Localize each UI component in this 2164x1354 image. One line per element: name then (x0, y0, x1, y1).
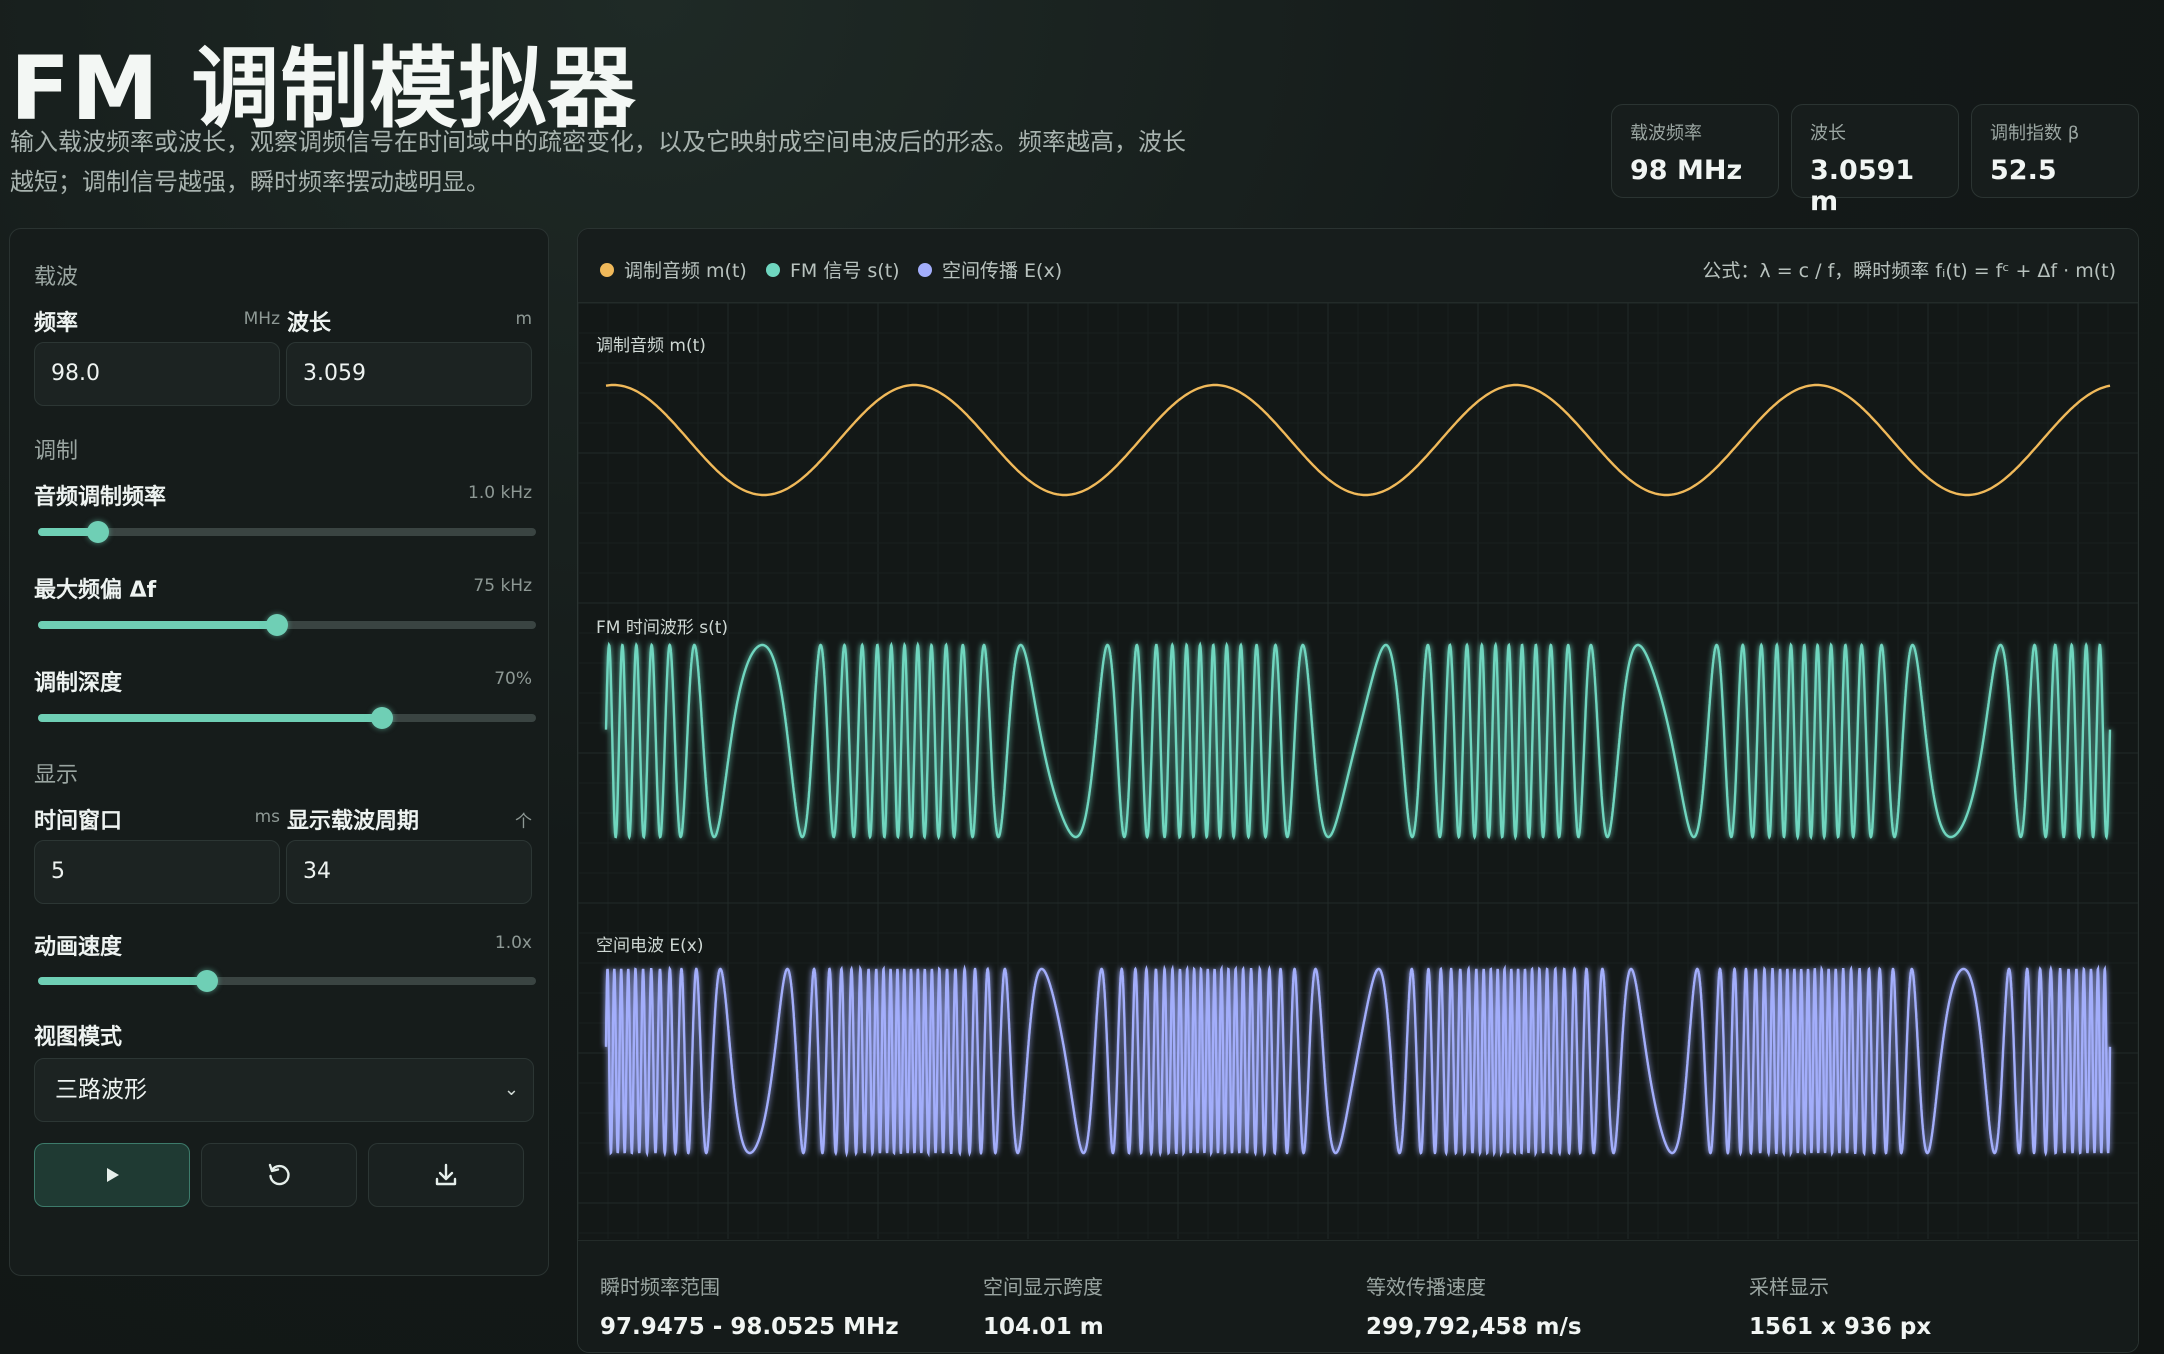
speed-label: 动画速度 (34, 935, 123, 960)
info-freq-range: 瞬时频率范围 97.9475 - 98.0525 MHz (600, 1271, 899, 1340)
plot-label-space: 空间电波 E(x) (596, 936, 704, 956)
section-display: 显示 (34, 763, 79, 788)
freq-unit: MHz (243, 309, 280, 329)
formula-text: 公式：λ = c / f，瞬时频率 fᵢ(t) = fᶜ + Δf · m(t) (1702, 260, 2116, 282)
wavelength-input[interactable]: 3.059 (286, 342, 532, 406)
time-window-input[interactable]: 5 (34, 840, 280, 904)
info-sampling: 采样显示 1561 x 936 px (1749, 1271, 1931, 1340)
plot-label-fm: FM 时间波形 s(t) (596, 618, 729, 638)
wavelength-label: 波长 (287, 311, 332, 336)
download-button[interactable] (368, 1143, 524, 1207)
stat-mod-index: 调制指数 β 52.5 (1971, 104, 2139, 198)
slider-thumb[interactable] (266, 614, 289, 636)
info-footer: 瞬时频率范围 97.9475 - 98.0525 MHz 空间显示跨度 104.… (578, 1240, 2138, 1352)
legend-dot (918, 262, 932, 277)
waveform-canvas (578, 303, 2138, 1239)
info-label: 采样显示 (1749, 1275, 1829, 1299)
depth-label: 调制深度 (34, 671, 123, 696)
carrier-cycles-input[interactable]: 34 (286, 840, 532, 904)
info-label: 瞬时频率范围 (600, 1275, 720, 1299)
stat-wavelength: 波长 3.0591 m (1791, 104, 1959, 217)
view-mode-value: 三路波形 (55, 1077, 147, 1103)
audio-freq-value: 1.0 kHz (468, 483, 532, 503)
frequency-input[interactable]: 98.0 (34, 342, 280, 406)
info-label: 空间显示跨度 (983, 1275, 1103, 1299)
stat-carrier-freq: 载波频率 98 MHz (1611, 104, 1779, 198)
legend-label: 调制音频 m(t) (624, 260, 747, 282)
carrier-cycles-unit: 个 (515, 812, 532, 832)
play-button[interactable] (34, 1143, 190, 1207)
stat-value: 52.5 (1990, 155, 2057, 186)
max-deviation-slider[interactable] (38, 610, 536, 640)
control-panel: 载波 频率 MHz 波长 m 98.0 3.059 调制 音频调制频率 1.0 … (9, 228, 549, 1276)
legend-label: 空间传播 E(x) (942, 260, 1063, 282)
info-span: 空间显示跨度 104.01 m (983, 1271, 1104, 1340)
speed-value: 1.0x (494, 933, 532, 953)
page-subtitle: 输入载波频率或波长，观察调频信号在时间域中的疏密变化，以及它映射成空间电波后的形… (10, 128, 1186, 196)
info-speed: 等效传播速度 299,792,458 m/s (1366, 1271, 1582, 1340)
legend-space: 空间传播 E(x) (918, 256, 1062, 283)
info-value: 1561 x 936 px (1749, 1314, 1932, 1340)
plot-label-audio: 调制音频 m(t) (596, 336, 706, 356)
time-window-label: 时间窗口 (34, 809, 123, 834)
legend-dot (766, 262, 780, 277)
section-modulation: 调制 (34, 439, 79, 464)
view-mode-select[interactable]: 三路波形 ⌄ (34, 1058, 534, 1122)
section-carrier: 载波 (34, 265, 79, 290)
wavelength-unit: m (515, 309, 532, 329)
stat-value: 98 MHz (1630, 155, 1743, 186)
slider-thumb[interactable] (370, 707, 393, 729)
stat-label: 调制指数 β (1990, 123, 2080, 144)
max-deviation-label: 最大频偏 Δf (34, 578, 157, 603)
legend-bar: 调制音频 m(t) FM 信号 s(t) 空间传播 E(x) 公式：λ = c … (578, 229, 2138, 303)
slider-thumb[interactable] (86, 521, 109, 543)
audio-freq-slider[interactable] (38, 517, 536, 547)
legend-label: FM 信号 s(t) (790, 260, 900, 282)
stat-label: 波长 (1810, 123, 1846, 144)
audio-freq-label: 音频调制频率 (34, 485, 167, 510)
max-deviation-value: 75 kHz (473, 576, 532, 596)
carrier-cycles-label: 显示载波周期 (287, 809, 420, 834)
download-icon (435, 1163, 457, 1186)
depth-slider[interactable] (38, 703, 536, 733)
waveform-panel: 调制音频 m(t) FM 信号 s(t) 空间传播 E(x) 公式：λ = c … (577, 228, 2139, 1353)
view-mode-label: 视图模式 (34, 1025, 123, 1050)
chevron-down-icon: ⌄ (503, 1079, 519, 1100)
info-label: 等效传播速度 (1366, 1275, 1486, 1299)
stat-label: 载波频率 (1630, 123, 1702, 144)
reset-button[interactable] (201, 1143, 357, 1207)
legend-audio: 调制音频 m(t) (600, 256, 747, 283)
info-value: 299,792,458 m/s (1366, 1314, 1582, 1340)
legend-fm: FM 信号 s(t) (766, 256, 900, 283)
info-value: 97.9475 - 98.0525 MHz (600, 1314, 899, 1340)
depth-value: 70% (494, 669, 532, 689)
legend-dot (600, 262, 614, 277)
stat-value: 3.0591 m (1810, 155, 1915, 217)
slider-thumb[interactable] (196, 970, 219, 992)
freq-label: 频率 (34, 311, 79, 336)
play-icon (107, 1168, 119, 1182)
speed-slider[interactable] (38, 966, 536, 996)
time-window-unit: ms (254, 807, 280, 827)
info-value: 104.01 m (983, 1314, 1104, 1340)
reset-icon (268, 1163, 290, 1186)
